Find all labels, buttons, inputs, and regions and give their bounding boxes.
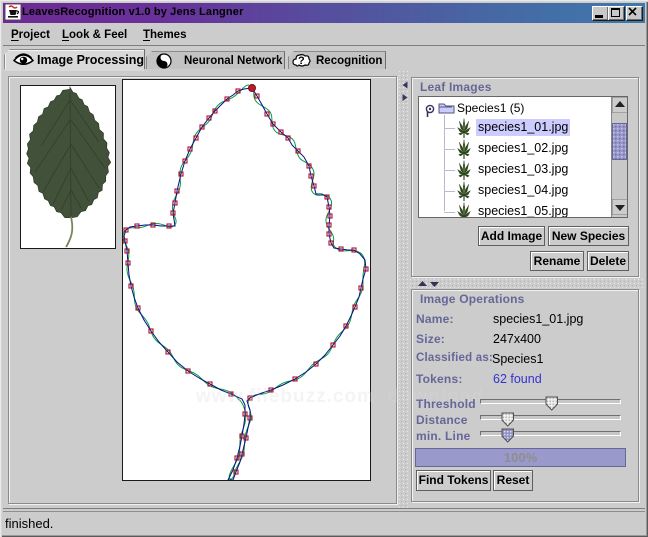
svg-text:?: ? <box>298 55 305 67</box>
